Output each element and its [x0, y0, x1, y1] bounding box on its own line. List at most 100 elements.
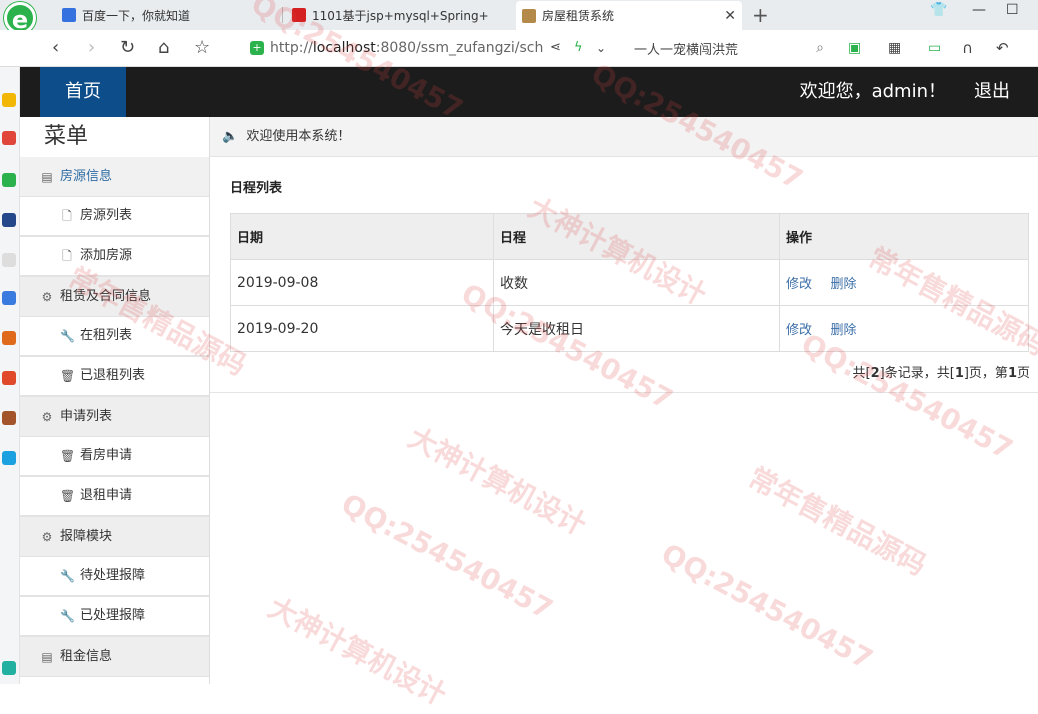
- refresh-icon[interactable]: ↻: [120, 38, 135, 58]
- menu-item-label: 退租申请: [80, 488, 133, 503]
- search-text: 一人一宠横闯洪荒: [634, 42, 739, 58]
- address-bar[interactable]: + http://localhost:8080/ssm_zufangzi/sch: [250, 36, 620, 60]
- menu-group-label: 报障模块: [60, 528, 113, 544]
- cell-event: 收数: [493, 259, 780, 306]
- menu-item-label: 看房申请: [80, 448, 133, 463]
- browser-tab-active[interactable]: 房屋租赁系统 ✕: [516, 1, 742, 30]
- gear-icon: ⚙: [41, 289, 53, 304]
- undo-icon[interactable]: ↶: [996, 38, 1009, 58]
- list-icon: ▤: [41, 169, 53, 184]
- browser-logo-icon: e: [0, 0, 40, 34]
- shirt-icon[interactable]: 👕: [930, 2, 947, 18]
- game2-icon[interactable]: [2, 371, 16, 385]
- column-header-actions: 操作: [779, 213, 1029, 260]
- app-icon[interactable]: [2, 451, 16, 465]
- table-row: 2019-09-08 收数 修改 删除: [230, 259, 1029, 306]
- baidu-favicon-icon: [62, 8, 76, 22]
- menu-item-renting[interactable]: 🔧 在租列表: [20, 317, 209, 357]
- welcome-text: 欢迎您，admin！: [799, 81, 946, 102]
- browser-tab-baidu[interactable]: 百度一下，你就知道: [56, 2, 280, 28]
- green-app-icon[interactable]: [2, 173, 16, 187]
- chevron-down-icon[interactable]: ⌄: [596, 38, 606, 58]
- game3-icon[interactable]: [2, 411, 16, 425]
- news-icon[interactable]: [2, 213, 16, 227]
- menu-group-lease[interactable]: ⚙ 租赁及合同信息: [20, 277, 209, 317]
- search-icon[interactable]: ⌕: [816, 40, 824, 56]
- star-icon[interactable]: ☆: [194, 38, 210, 58]
- favorites-strip: [0, 67, 20, 684]
- watermark: 常年售精品源码: [743, 460, 932, 582]
- edit-link[interactable]: 修改: [786, 323, 812, 338]
- column-header-event: 日程: [493, 213, 780, 260]
- watermark: QQ:254540457: [655, 536, 879, 677]
- menu-group-applications[interactable]: ⚙ 申请列表: [20, 397, 209, 437]
- share-icon[interactable]: ⋖: [550, 38, 561, 58]
- wrench-icon: 🔧: [60, 329, 75, 343]
- delete-link[interactable]: 删除: [830, 277, 856, 292]
- home-icon[interactable]: ⌂: [158, 38, 169, 58]
- menu-group-rent[interactable]: ▤ 租金信息: [20, 637, 209, 677]
- cell-actions: 修改 删除: [779, 305, 1029, 352]
- favorite-star-icon[interactable]: [2, 93, 16, 107]
- browser-tab-project[interactable]: 1101基于jsp+mysql+Spring+: [286, 2, 510, 28]
- menu-group-listings[interactable]: ▤ 房源信息: [20, 157, 209, 197]
- logout-link[interactable]: 退出: [974, 67, 1010, 117]
- new-tab-button[interactable]: +: [752, 3, 769, 27]
- doc-icon[interactable]: [2, 253, 16, 267]
- menu-item-add-listing[interactable]: 🗋 添加房源: [20, 237, 209, 277]
- forward-icon[interactable]: ›: [88, 38, 95, 58]
- list-icon: ▤: [41, 649, 53, 664]
- trash-icon: 🗑: [60, 369, 76, 383]
- menu-item-label: 房源列表: [80, 208, 133, 223]
- notice-bar: 🔈 欢迎使用本系统！: [210, 117, 1038, 157]
- browser-tab-bar: e 百度一下，你就知道 1101基于jsp+mysql+Spring+ 房屋租赁…: [0, 0, 1038, 34]
- menu-group-faults[interactable]: ⚙ 报障模块: [20, 517, 209, 557]
- file-icon: 🗋: [62, 209, 72, 223]
- column-header-date: 日期: [230, 213, 494, 260]
- tab-close-icon[interactable]: ✕: [724, 8, 736, 24]
- speaker-icon: 🔈: [222, 129, 239, 144]
- menu-item-label: 已处理报障: [80, 608, 146, 623]
- schedule-panel: 日程列表 日期 日程 操作 2019-09-08 收数 修改 删除 2019-0…: [210, 157, 1038, 393]
- menu-item-label: 已退租列表: [80, 368, 146, 383]
- schedule-table: 日期 日程 操作 2019-09-08 收数 修改 删除 2019-09-20 …: [230, 213, 1029, 352]
- watermark: QQ:254540457: [335, 486, 559, 627]
- edit-link[interactable]: 修改: [786, 277, 812, 292]
- menu-item-pending-faults[interactable]: 🔧 待处理报障: [20, 557, 209, 597]
- section-title: 日程列表: [230, 181, 283, 196]
- menu-item-listing-list[interactable]: 🗋 房源列表: [20, 197, 209, 237]
- search-box[interactable]: 一人一宠横闯洪荒 ⌕: [634, 36, 824, 60]
- tab-title: 房屋租赁系统: [542, 9, 615, 23]
- cell-event: 今天是收租日: [493, 305, 780, 352]
- maximize-icon[interactable]: ☐: [1006, 2, 1019, 18]
- menu-item-checkout-requests[interactable]: 🗑 退租申请: [20, 477, 209, 517]
- extension-icon[interactable]: ▣: [848, 38, 861, 58]
- menu-item-viewing-requests[interactable]: 🗑 看房申请: [20, 437, 209, 477]
- delete-link[interactable]: 删除: [830, 323, 856, 338]
- blue-app-icon[interactable]: [2, 291, 16, 305]
- menu-group-label: 申请列表: [60, 408, 113, 424]
- minimize-icon[interactable]: —: [972, 2, 986, 18]
- gear-icon: ⚙: [41, 529, 53, 544]
- menu-item-handled-faults[interactable]: 🔧 已处理报障: [20, 597, 209, 637]
- table-row: 2019-09-20 今天是收租日 修改 删除: [230, 305, 1029, 352]
- tab-title: 百度一下，你就知道: [82, 8, 191, 23]
- bottom-app-icon[interactable]: [2, 661, 16, 675]
- lightning-icon[interactable]: ϟ: [574, 38, 583, 58]
- gear-icon: ⚙: [41, 409, 53, 424]
- menu-item-returned[interactable]: 🗑 已退租列表: [20, 357, 209, 397]
- wrench-icon: 🔧: [60, 569, 75, 583]
- battery-icon[interactable]: ▭: [928, 38, 941, 58]
- weibo-icon[interactable]: [2, 131, 16, 145]
- tab-title: 1101基于jsp+mysql+Spring+: [312, 8, 489, 23]
- app-header: 首页 欢迎您，admin！ 退出: [20, 67, 1038, 117]
- apps-grid-icon[interactable]: ▦: [888, 38, 901, 58]
- home-nav-tab[interactable]: 首页: [40, 67, 126, 117]
- back-icon[interactable]: ‹: [52, 38, 59, 58]
- game-icon[interactable]: [2, 331, 16, 345]
- menu-item-label: 添加房源: [80, 248, 133, 263]
- headphones-icon[interactable]: ∩: [962, 38, 973, 58]
- project-favicon-icon: [292, 8, 306, 22]
- secure-shield-icon: +: [250, 41, 264, 55]
- pagination-info: 共[2]条记录，共[1]页，第1页: [852, 366, 1030, 381]
